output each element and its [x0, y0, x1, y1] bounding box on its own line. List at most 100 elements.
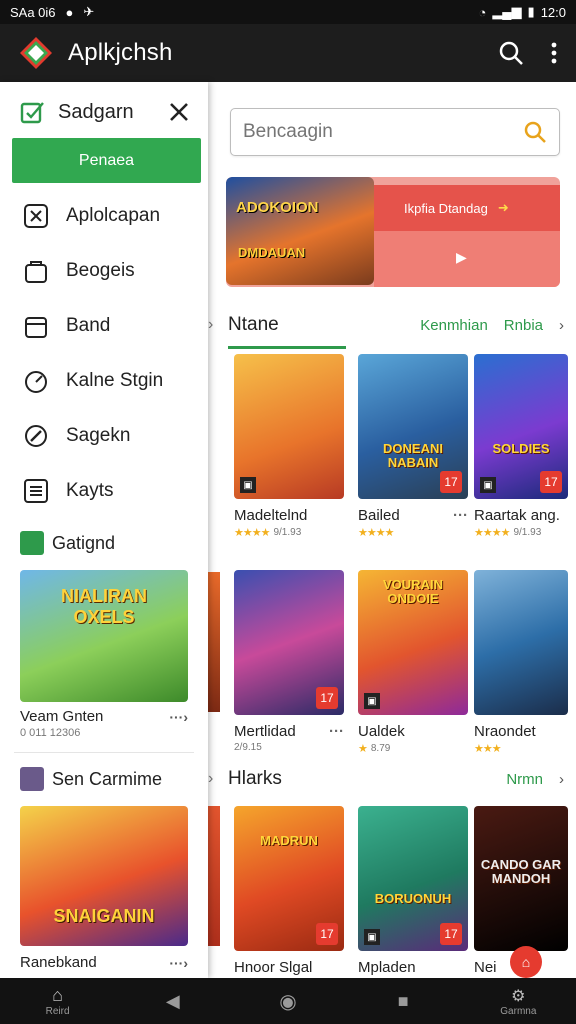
more-icon[interactable]: ···› — [169, 709, 188, 725]
game-card[interactable]: SOLDIES ▣ 17 Raartak ang. ★★★★ 9/1.93 — [474, 354, 568, 539]
game-title: Ualdek — [358, 723, 405, 740]
game-app-icon — [20, 531, 44, 555]
circle-icon: ◉ — [279, 990, 297, 1013]
search-input[interactable] — [243, 121, 523, 143]
game-thumbnail: 17 — [234, 570, 344, 715]
game-badge: 17 — [440, 471, 462, 493]
back-icon: ◀ — [165, 990, 180, 1011]
game-thumbnail: BORUONUH ▣ 17 — [358, 806, 468, 951]
wifi-icon: ◔ — [478, 4, 487, 20]
game-title: Bailed — [358, 507, 400, 524]
overflow-menu-icon[interactable] — [550, 41, 558, 65]
game-card[interactable]: MADRUN 17 Hnoor Slgal — [234, 806, 344, 976]
drawer-item-label: Band — [66, 315, 111, 336]
system-nav-bar: ⌂ Reird ◀ ◉ ■ ⚙ Garmna — [0, 978, 576, 1024]
game-card[interactable]: BORUONUH ▣ 17 Mpladen — [358, 806, 468, 976]
banner-title: ADOKOION — [236, 199, 319, 216]
download-fab[interactable]: ⌂ — [510, 946, 542, 978]
banner-button[interactable]: Ikpfia Dtandag ➜ — [374, 185, 560, 231]
back-button[interactable]: ◀ — [138, 991, 208, 1012]
featured-title: Veam Gnten — [20, 708, 104, 725]
home-button[interactable]: ⌂ Reird — [23, 985, 93, 1017]
square-icon: ■ — [397, 990, 409, 1011]
rating-glyph-icon: ▣ — [364, 929, 380, 945]
chevron-left-icon[interactable]: › — [208, 770, 222, 788]
section-header-1: › Ntane Kenmhian Rnbia › — [208, 310, 576, 340]
more-icon[interactable]: ···› — [169, 955, 188, 971]
gauge-icon — [25, 371, 47, 393]
list-icon — [24, 479, 48, 503]
drawer-item-band[interactable]: Band — [0, 303, 208, 349]
game-thumbnail — [474, 570, 568, 715]
play-icon: ▶ — [456, 249, 467, 265]
drawer-item-settings[interactable]: Sagekn — [0, 413, 208, 459]
drawer-item-label: Kalne Stgin — [66, 370, 164, 391]
game-card[interactable]: 17 Mertlidad ··· 2/9.15 — [234, 570, 344, 753]
featured-meta: Veam Gnten ···› 0 011 12306 — [20, 708, 188, 739]
banner-artwork: ADOKOION DMDAUAN — [226, 177, 374, 285]
more-icon[interactable]: ··· — [453, 507, 468, 524]
home-circle-button[interactable]: ◉ — [253, 989, 323, 1014]
checkbox-icon — [20, 102, 44, 124]
search-icon[interactable] — [498, 40, 524, 66]
featured-thumbnail[interactable]: NIALIRAN OXELS — [20, 570, 188, 702]
status-bar: SAa 0i6 ● ✈ ◔ ▂▄▆ ▮ 12:0 — [0, 0, 576, 24]
star-rating-icon: ★★★★ — [474, 527, 510, 539]
section-link[interactable]: Nrmn — [506, 771, 543, 788]
search-icon[interactable] — [523, 120, 547, 144]
drawer-item-lists[interactable]: Kayts — [0, 468, 208, 514]
section-link[interactable]: Kenmhian — [420, 317, 488, 334]
game-card[interactable]: DONEANI NABAIN 17 Bailed ··· ★★★★ — [358, 354, 468, 539]
drawer-item-label: Aplolcapan — [66, 205, 161, 226]
close-icon[interactable] — [168, 101, 190, 123]
game-meta: 8.79 — [370, 743, 391, 754]
star-rating-icon: ★★★ — [474, 743, 502, 755]
game-title: Mpladen — [358, 959, 416, 976]
promo-banner[interactable]: ADOKOION DMDAUAN Ikpfia Dtandag ➜ ▶ — [226, 177, 560, 287]
drawer-item-label: Beogeis — [66, 260, 135, 281]
game-art-label: MADRUN — [260, 833, 318, 848]
game-card[interactable]: Nraondet ★★★ — [474, 570, 568, 755]
more-icon[interactable]: ··· — [329, 723, 344, 740]
drawer-item-bags[interactable]: Beogeis — [0, 248, 208, 294]
banner-footer: ▶ — [374, 231, 560, 287]
avatar — [20, 767, 44, 791]
game-card[interactable]: ▣ Madeltelnd ★★★★ 9/1.93 — [234, 354, 344, 539]
drawer-item-stats[interactable]: Kalne Stgin — [0, 358, 208, 404]
drawer-section-title: Sen Carmime — [52, 768, 163, 789]
home-label: Reird — [45, 1006, 70, 1017]
chevron-left-icon[interactable]: › — [208, 316, 222, 334]
app-logo-icon — [20, 37, 52, 69]
section-title: Hlarks — [228, 768, 282, 789]
airplane-icon: ✈ — [83, 4, 95, 19]
game-thumbnail: DONEANI NABAIN 17 — [358, 354, 468, 499]
game-badge: 17 — [540, 471, 562, 493]
drawer-section-title: Gatignd — [52, 532, 116, 553]
drawer-item-label: Sagekn — [66, 425, 131, 446]
game-title: Nei — [474, 959, 497, 976]
featured-thumbnail[interactable]: SNAIGANIN — [20, 806, 188, 946]
chevron-right-icon[interactable]: › — [559, 771, 564, 788]
section-link[interactable]: Rnbia — [504, 317, 543, 334]
recents-button[interactable]: ■ — [368, 991, 438, 1012]
folder-icon — [25, 317, 47, 338]
games-button[interactable]: ⚙ Garmna — [483, 986, 553, 1017]
gamepad-icon: ⚙ — [511, 987, 526, 1005]
cta-label: Penaea — [78, 151, 135, 169]
nav-drawer: Sadgarn Penaea Aplolcapan Beogeis Band K… — [0, 82, 208, 978]
game-art-label: SOLDIES — [492, 441, 550, 456]
app-title: Aplkjchsh — [68, 39, 173, 66]
drawer-item-applications[interactable]: Aplolcapan — [0, 193, 208, 239]
game-thumbnail: VOURAIN ONDOIE ▣ — [358, 570, 468, 715]
game-art-label: DONEANI NABAIN — [383, 441, 443, 470]
rating-glyph-icon: ▣ — [480, 477, 496, 493]
status-time: 12:0 — [540, 4, 566, 20]
drawer-header: Sadgarn — [0, 96, 208, 128]
bag-icon — [25, 261, 47, 283]
primary-cta-button[interactable]: Penaea — [12, 138, 201, 183]
chevron-right-icon[interactable]: › — [559, 317, 564, 334]
game-card[interactable]: VOURAIN ONDOIE ▣ Ualdek ★ 8.79 — [358, 570, 468, 755]
signal-icon: ▂▄▆ — [492, 4, 522, 19]
search-bar[interactable] — [230, 108, 560, 156]
banner-button-label: Ikpfia Dtandag — [404, 200, 488, 216]
